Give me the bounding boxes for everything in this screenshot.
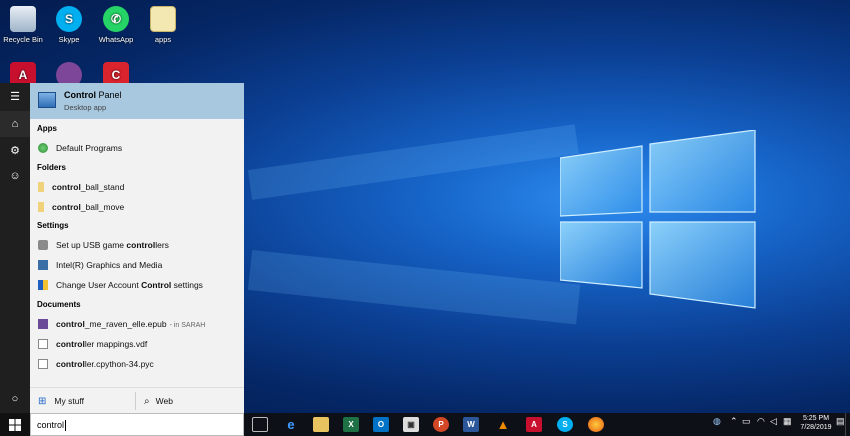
result-document[interactable]: controller mappings.vdf [30,335,244,353]
battery-icon[interactable]: ▭ [742,416,751,427]
skype-icon[interactable]: S [557,417,573,432]
globe-icon[interactable]: ◍ [713,416,721,427]
group-heading-settings: Settings [37,221,69,230]
document-icon [38,339,48,349]
group-heading-folders: Folders [37,163,66,172]
windows-logo-icon [9,418,21,431]
clock-date: 7/28/2019 [800,424,832,431]
tab-web[interactable]: ⌕ Web [136,388,244,414]
text-caret [65,420,67,432]
file-icon [150,6,176,32]
cortana-button[interactable]: ○ [0,386,30,412]
best-match-result[interactable]: Control Panel Desktop app [30,83,244,119]
feedback-button[interactable]: ☺ [0,163,30,189]
result-location: - in SARAH [169,322,206,329]
light-beam [247,250,581,325]
hamburger-icon: ☰ [10,90,20,103]
result-document[interactable]: controller.cpython-34.pyc [30,355,244,373]
chevron-up-icon[interactable]: ⌃ [730,416,738,427]
taskbar-clock[interactable]: 5:25 PM 7/28/2019 [796,414,836,432]
result-label: controller mappings.vdf [56,339,148,349]
desktop-icon-label: WhatsApp [98,35,134,44]
recycle-bin-icon [10,6,36,32]
result-label: control_ball_stand [52,182,125,192]
desktop-icon-apps[interactable]: apps [140,6,186,44]
skype-icon: S [56,6,82,32]
result-folder[interactable]: control_ball_stand [30,178,244,196]
result-setting[interactable]: Intel(R) Graphics and Media [30,256,244,274]
result-document[interactable]: control_me_raven_elle.epub - in SARAH [30,315,244,333]
result-setting[interactable]: Set up USB game controllers [30,236,244,254]
epub-file-icon [38,319,48,329]
document-icon [38,359,48,369]
light-beam [247,124,579,200]
network-icon[interactable]: ◠ [757,416,765,427]
show-desktop-button[interactable] [845,413,850,436]
person-feedback-icon: ☺ [9,170,21,182]
desktop-icon-whatsapp[interactable]: ✆ WhatsApp [93,6,139,44]
tab-my-stuff[interactable]: ⊞ My stuff [30,388,135,414]
search-icon: ⌕ [144,395,150,407]
acrobat-icon[interactable]: A [526,417,542,432]
desktop-icon-recycle-bin[interactable]: Recycle Bin [0,6,46,44]
file-explorer-icon[interactable] [313,417,329,432]
search-input-value: control [37,420,67,432]
tab-label: Web [155,396,173,406]
game-controller-icon [38,240,48,250]
result-label: controller.cpython-34.pyc [56,359,154,369]
powerpoint-icon[interactable]: P [433,417,449,432]
result-label: Change User Account Control settings [56,280,203,290]
start-button[interactable] [0,413,30,436]
vlc-icon[interactable]: ▲ [495,417,511,432]
search-input[interactable]: control [30,413,244,436]
desktop-icon-skype[interactable]: S Skype [46,6,92,44]
excel-icon[interactable]: X [343,417,359,432]
result-label: Default Programs [56,143,123,153]
firefox-icon[interactable] [588,417,604,432]
search-results-panel: Control Panel Desktop app Apps Default P… [30,83,244,413]
keyboard-icon[interactable]: ▦ [783,416,792,427]
windows-logo [560,130,756,309]
desktop-icon-label: Skype [58,35,80,44]
search-scope-tabs: ⊞ My stuff ⌕ Web [30,387,244,413]
word-icon[interactable]: W [463,417,479,432]
shield-flag-icon [38,280,48,290]
result-label: Intel(R) Graphics and Media [56,260,163,270]
volume-icon[interactable]: ◁ [770,416,777,427]
whatsapp-icon: ✆ [103,6,129,32]
start-menu-rail: ☰ ⌂ ⚙ ☺ ○ [0,83,30,413]
result-setting[interactable]: Change User Account Control settings [30,276,244,294]
best-match-subtitle: Desktop app [64,103,107,112]
home-button[interactable]: ⌂ [0,111,30,137]
result-default-programs[interactable]: Default Programs [30,139,244,157]
home-icon: ⌂ [11,118,19,130]
windows-logo-icon: ⊞ [38,395,47,407]
gear-icon: ⚙ [10,144,20,157]
notifications-icon[interactable]: ▤ [836,416,845,427]
store-icon[interactable]: ▣ [403,417,419,432]
group-heading-documents: Documents [37,300,81,309]
control-panel-icon [38,92,56,108]
clock-time: 5:25 PM [802,415,830,422]
result-label: control_me_raven_elle.epub - in SARAH [56,319,206,329]
result-label: Set up USB game controllers [56,240,169,250]
folder-icon [38,182,44,192]
group-heading-apps: Apps [37,124,57,133]
desktop-icon-label: Recycle Bin [3,35,43,44]
hamburger-menu-button[interactable]: ☰ [0,83,30,109]
outlook-icon[interactable]: O [373,417,389,432]
cortana-icon: ○ [11,393,19,405]
result-label: control_ball_move [52,202,125,212]
tab-label: My stuff [54,396,84,406]
desktop-icon-label: apps [154,35,172,44]
default-programs-icon [38,143,48,153]
best-match-title: Control Panel [64,90,122,100]
folder-icon [38,202,44,212]
result-folder[interactable]: control_ball_move [30,198,244,216]
task-view-icon[interactable] [252,417,268,432]
settings-button[interactable]: ⚙ [0,137,30,163]
edge-icon[interactable]: e [283,417,299,432]
monitor-icon [38,260,48,270]
